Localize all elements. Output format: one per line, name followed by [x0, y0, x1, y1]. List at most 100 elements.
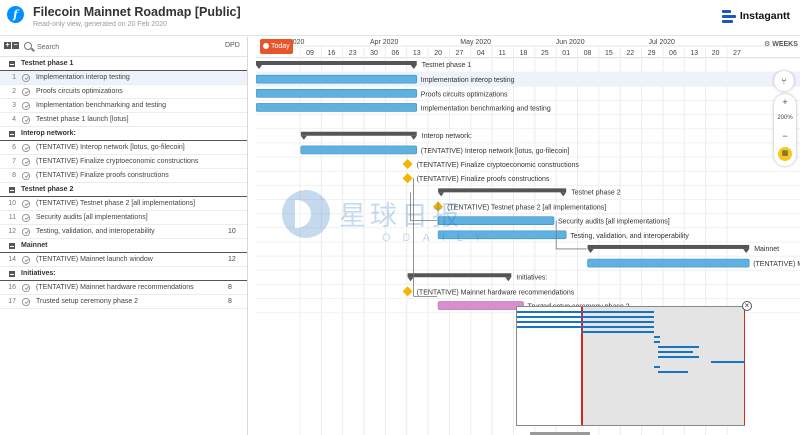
check-circle-icon[interactable] [22, 74, 30, 82]
check-circle-icon[interactable] [22, 116, 30, 124]
filecoin-logo: f [7, 6, 24, 23]
row-number: 16 [8, 284, 16, 291]
group-row[interactable]: Testnet phase 1 [0, 57, 247, 71]
group-row[interactable]: Mainnet [0, 239, 247, 253]
group-bar[interactable] [300, 131, 417, 136]
milestone-diamond[interactable] [402, 286, 413, 297]
minimap-bar [517, 311, 654, 313]
check-circle-icon[interactable] [22, 102, 30, 110]
minimap-bar [658, 346, 700, 348]
task-row[interactable]: 12 Testing, validation, and interoperabil… [0, 225, 247, 239]
row-number: 6 [12, 144, 16, 151]
group-bar[interactable] [587, 244, 750, 249]
collapse-icon[interactable] [9, 271, 15, 277]
check-circle-icon[interactable] [22, 214, 30, 222]
zoom-level: 200% [777, 115, 793, 121]
task-row[interactable]: 6 (TENTATIVE) Interop network [lotus, go-… [0, 141, 247, 155]
week-label: 09 [306, 50, 314, 57]
task-row[interactable]: 3 Implementation benchmarking and testing [0, 99, 247, 113]
group-bar-start-tip [587, 248, 594, 253]
minimap-bar [580, 331, 654, 333]
task-bar[interactable] [256, 89, 418, 98]
group-row[interactable]: Interop network: [0, 127, 247, 141]
today-button[interactable]: Today [260, 39, 293, 54]
task-row[interactable]: 10 (TENTATIVE) Testnet phase 2 [all imple… [0, 197, 247, 211]
task-bar[interactable] [256, 103, 418, 112]
check-circle-icon[interactable] [22, 88, 30, 96]
group-row[interactable]: Testnet phase 2 [0, 183, 247, 197]
group-bar[interactable] [256, 61, 417, 65]
task-bar[interactable] [300, 145, 418, 155]
expand-all-button[interactable]: + [4, 42, 11, 49]
milestone-diamond[interactable] [402, 159, 413, 170]
task-bar[interactable] [437, 230, 567, 240]
header: f Filecoin Mainnet Roadmap [Public] Read… [0, 0, 800, 36]
collapse-icon[interactable] [9, 187, 15, 193]
group-bar-label: Initiatives: [516, 274, 547, 281]
collapse-icon[interactable] [9, 131, 15, 137]
collapse-icon[interactable] [9, 61, 15, 67]
check-circle-icon[interactable] [22, 228, 30, 236]
collapse-icon[interactable] [9, 243, 15, 249]
group-bar-label: Testnet phase 2 [571, 189, 621, 196]
milestone-diamond[interactable] [433, 201, 444, 212]
task-bar[interactable] [437, 301, 524, 310]
task-bar-label: (TENTATIVE) Mainnet launch window [753, 261, 800, 268]
task-bar-label: Implementation interop testing [421, 77, 515, 84]
zoom-out-button[interactable]: − [774, 131, 796, 141]
group-bar-end-tip [560, 192, 567, 197]
week-label: 11 [499, 50, 506, 57]
task-row[interactable]: 4 Testnet phase 1 launch [lotus] [0, 113, 247, 127]
minimap-close-button[interactable]: × [742, 301, 752, 311]
check-circle-icon[interactable] [22, 284, 30, 292]
minimap-bar [653, 366, 660, 368]
task-row[interactable]: 8 (TENTATIVE) Finalize proofs constructio… [0, 169, 247, 183]
group-bar-start-tip [256, 65, 262, 69]
minimap-bar [517, 321, 654, 323]
task-bar-label: Implementation benchmarking and testing [421, 105, 551, 112]
task-label: Testnet phase 1 launch [lotus] [36, 116, 129, 123]
task-label: (TENTATIVE) Finalize proofs construction… [36, 172, 169, 179]
collapse-all-button[interactable]: − [12, 42, 19, 49]
milestone-diamond[interactable] [402, 173, 413, 184]
group-bar[interactable] [407, 273, 512, 278]
week-label: 15 [605, 50, 613, 57]
milestone-label: (TENTATIVE) Testnet phase 2 [all impleme… [447, 205, 606, 212]
task-label: (TENTATIVE) Finalize cryptoeconomic cons… [36, 158, 199, 165]
task-row[interactable]: 17 Trusted setup ceremony phase 2 8 [0, 295, 247, 309]
minimap[interactable] [516, 306, 745, 426]
task-row[interactable]: 11 Security audits [all implementations] [0, 211, 247, 225]
task-bar[interactable] [437, 216, 555, 225]
check-circle-icon[interactable] [22, 158, 30, 166]
task-row[interactable]: 16 (TENTATIVE) Mainnet hardware recommend… [0, 281, 247, 295]
check-circle-icon[interactable] [22, 298, 30, 306]
task-row[interactable]: 7 (TENTATIVE) Finalize cryptoeconomic con… [0, 155, 247, 169]
row-number: 8 [12, 172, 16, 179]
task-bar[interactable] [587, 258, 750, 268]
group-row[interactable]: Initiatives: [0, 267, 247, 281]
instagantt-brand[interactable]: Instagantt [721, 8, 790, 24]
dependency-tool-button[interactable]: ⑂ [774, 71, 794, 91]
minimap-viewport[interactable] [581, 307, 745, 425]
dpd-value: 10 [228, 228, 236, 235]
check-circle-icon[interactable] [22, 256, 30, 264]
search-input[interactable] [37, 41, 157, 53]
row-number: 12 [8, 228, 16, 235]
task-bar[interactable] [256, 74, 418, 84]
task-row[interactable]: 2 Proofs circuits optimizations [0, 85, 247, 99]
weeks-scale-button[interactable]: ⚙ WEEKS [764, 40, 798, 48]
check-circle-icon[interactable] [22, 200, 30, 208]
minimap-bar [517, 326, 654, 328]
task-row[interactable]: 14 (TENTATIVE) Mainnet launch window 12 [0, 253, 247, 267]
week-label: 08 [584, 50, 592, 57]
check-circle-icon[interactable] [22, 172, 30, 180]
row-number: 7 [12, 158, 16, 165]
group-bar[interactable] [438, 188, 567, 193]
month-label: May 2020 [460, 39, 491, 46]
zoom-in-button[interactable]: + [774, 97, 796, 107]
check-circle-icon[interactable] [22, 144, 30, 152]
minimap-toggle-button[interactable]: ▦ [778, 147, 792, 161]
minimap-bar [653, 341, 660, 343]
task-label: (TENTATIVE) Mainnet hardware recommendat… [36, 284, 194, 291]
task-row[interactable]: 1 Implementation interop testing [0, 71, 247, 85]
